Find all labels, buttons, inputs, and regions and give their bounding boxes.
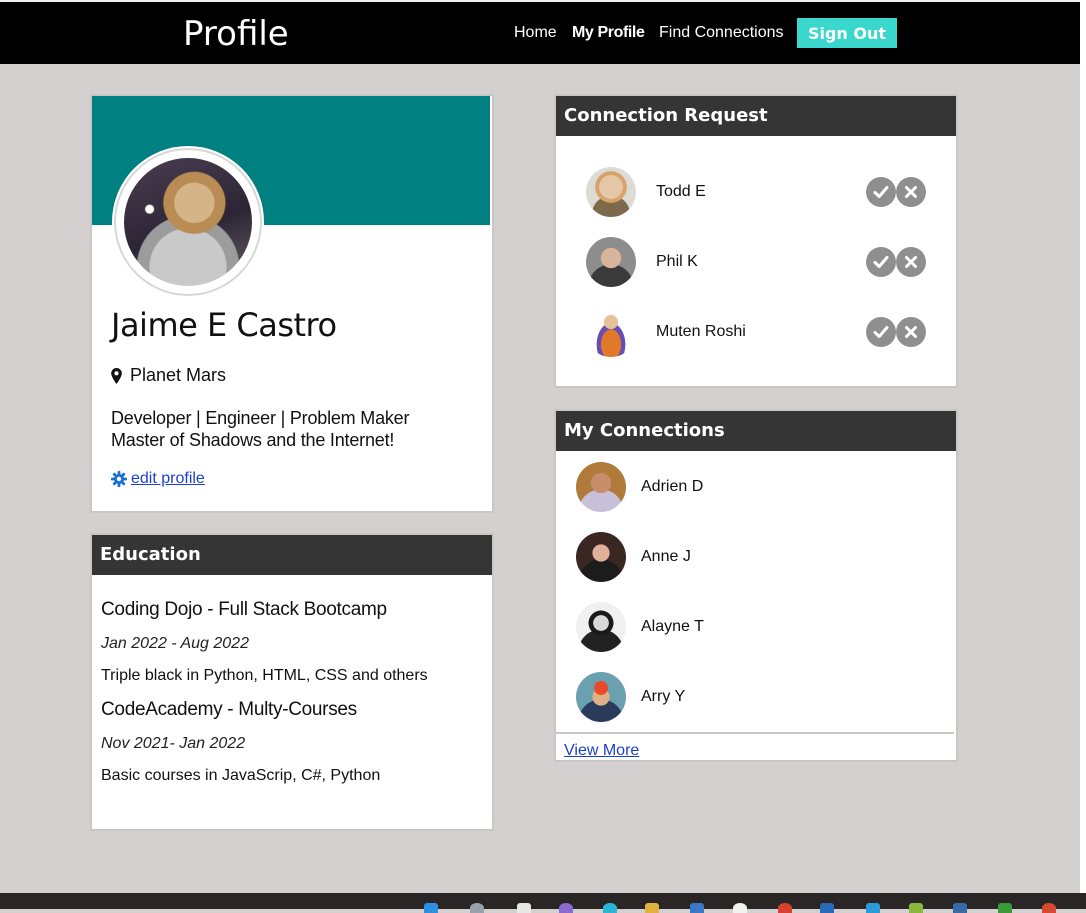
app-icon[interactable] [998,903,1012,913]
connection-name: Arry Y [641,688,686,705]
edge-browser-icon[interactable] [603,903,617,913]
top-nav: Profile Home My Profile Find Connections… [0,0,1080,64]
accept-button[interactable] [866,317,896,347]
list-item: Todd E [586,167,926,217]
check-icon [873,256,889,268]
avatar [112,146,264,298]
avatar [586,167,636,217]
list-item: Muten Roshi [586,307,926,357]
app-icon[interactable] [909,903,923,913]
request-actions [866,317,926,347]
window-edge [1080,0,1086,909]
education-list: Coding Dojo - Full Stack Bootcamp Jan 20… [92,575,492,785]
edit-profile[interactable]: edit profile [111,470,205,488]
profile-card: Jaime E Castro Planet Mars Developer | E… [90,94,494,513]
connection-request-card: Connection Request Todd E Phil K Muten R… [554,94,958,388]
decline-button[interactable] [896,247,926,277]
chat-icon[interactable] [559,903,573,913]
page-title: Profile [183,14,289,54]
list-item[interactable]: Arry Y [576,672,685,722]
vscode-icon[interactable] [866,903,880,913]
connection-name: Alayne T [641,618,704,635]
profile-name: Jaime E Castro [111,306,337,344]
divider [556,732,954,734]
chrome-icon[interactable] [778,903,792,913]
avatar [586,307,636,357]
request-name: Todd E [656,183,706,200]
list-item: Phil K [586,237,926,287]
education-description: Triple black in Python, HTML, CSS and ot… [101,667,428,684]
sign-out-button[interactable]: Sign Out [797,18,897,48]
education-school: CodeAcademy - Multy-Courses [101,699,357,720]
education-card: Education Coding Dojo - Full Stack Bootc… [90,533,494,831]
view-more-link[interactable]: View More [564,742,639,760]
app-icon[interactable] [733,903,747,913]
education-description: Basic courses in JavaScrip, C#, Python [101,767,381,784]
nav-my-profile-link[interactable]: My Profile [572,24,645,42]
accept-button[interactable] [866,177,896,207]
avatar [576,532,626,582]
my-connections-heading: My Connections [556,411,956,451]
file-explorer-icon[interactable] [645,903,659,913]
profile-avatar-image [124,158,252,286]
os-taskbar [0,893,1086,909]
search-icon[interactable] [470,903,484,913]
connection-request-heading: Connection Request [556,96,956,136]
bio-line-2: Master of Shadows and the Internet! [111,430,395,450]
gear-icon [111,471,127,487]
education-dates: Jan 2022 - Aug 2022 [101,635,249,652]
nav-find-connections-link[interactable]: Find Connections [659,24,784,42]
app-icon[interactable] [953,903,967,913]
list-item[interactable]: Anne J [576,532,691,582]
my-connections-card: My Connections Adrien D Anne J Alayne T … [554,409,958,762]
windows-start-icon[interactable] [424,903,438,913]
close-icon [905,186,917,198]
nav-home-link[interactable]: Home [514,24,557,42]
avatar [576,602,626,652]
avatar [586,237,636,287]
check-icon [873,326,889,338]
decline-button[interactable] [896,317,926,347]
connection-name: Adrien D [641,478,704,495]
accept-button[interactable] [866,247,896,277]
avatar [576,462,626,512]
connection-name: Anne J [641,548,691,565]
avatar [576,672,626,722]
request-actions [866,247,926,277]
check-icon [873,186,889,198]
location-text: Planet Mars [130,365,227,385]
education-dates: Nov 2021- Jan 2022 [101,735,246,752]
task-view-icon[interactable] [517,903,531,913]
list-item[interactable]: Alayne T [576,602,704,652]
bio-line-1: Developer | Engineer | Problem Maker [111,408,410,428]
edit-profile-link[interactable]: edit profile [131,470,205,488]
list-item[interactable]: Adrien D [576,462,703,512]
decline-button[interactable] [896,177,926,207]
app-icon[interactable] [820,903,834,913]
app-icon[interactable] [1042,903,1056,913]
education-school: Coding Dojo - Full Stack Bootcamp [101,599,387,620]
close-icon [905,326,917,338]
map-pin-icon [111,367,122,384]
request-actions [866,177,926,207]
close-icon [905,256,917,268]
education-heading: Education [92,535,492,575]
profile-location: Planet Mars [111,365,226,386]
request-name: Muten Roshi [656,323,746,340]
profile-bio: Developer | Engineer | Problem Maker Mas… [111,407,409,451]
request-name: Phil K [656,253,698,270]
mail-icon[interactable] [690,903,704,913]
